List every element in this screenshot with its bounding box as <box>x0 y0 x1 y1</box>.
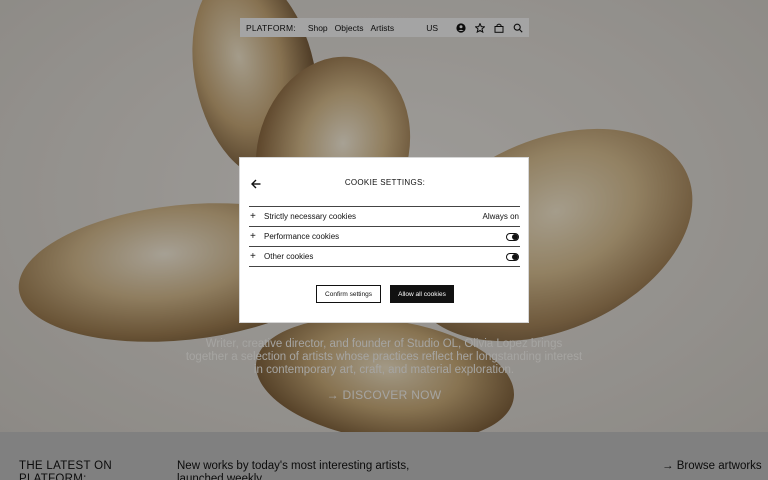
toggle-knob <box>512 233 518 240</box>
dialog-actions: Confirm settings Allow all cookies <box>240 285 530 303</box>
confirm-settings-button[interactable]: Confirm settings <box>316 285 381 303</box>
cookie-row-necessary[interactable]: + Strictly necessary cookies Always on <box>249 207 520 227</box>
cookie-row-label: Performance cookies <box>264 232 340 241</box>
cookie-settings-dialog: COOKIE SETTINGS: + Strictly necessary co… <box>239 157 529 323</box>
allow-all-cookies-button[interactable]: Allow all cookies <box>390 285 454 303</box>
performance-cookies-toggle[interactable] <box>506 232 519 241</box>
cookie-row-performance[interactable]: + Performance cookies <box>249 227 520 247</box>
always-on-status: Always on <box>482 212 519 221</box>
toggle-knob <box>512 253 518 260</box>
other-cookies-toggle[interactable] <box>506 252 519 261</box>
expand-plus-icon[interactable]: + <box>250 211 264 222</box>
cookie-row-other[interactable]: + Other cookies <box>249 247 520 267</box>
cookie-row-label: Other cookies <box>264 252 314 261</box>
cookie-row-label: Strictly necessary cookies <box>264 212 357 221</box>
expand-plus-icon[interactable]: + <box>250 251 264 262</box>
cookie-category-list: + Strictly necessary cookies Always on +… <box>249 206 520 267</box>
dialog-title: COOKIE SETTINGS: <box>344 178 426 187</box>
expand-plus-icon[interactable]: + <box>250 231 264 242</box>
